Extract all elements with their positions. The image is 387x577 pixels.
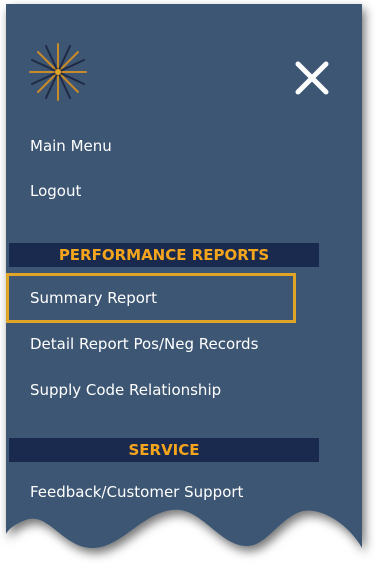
service-header: SERVICE <box>9 438 319 462</box>
detail-report-link[interactable]: Detail Report Pos/Neg Records <box>30 334 258 354</box>
performance-reports-header: PERFORMANCE REPORTS <box>9 243 319 267</box>
section-title: SERVICE <box>128 441 200 459</box>
logout-link[interactable]: Logout <box>30 181 81 201</box>
feedback-customer-support-link[interactable]: Feedback/Customer Support <box>30 482 243 502</box>
close-icon[interactable] <box>288 54 336 102</box>
starburst-logo-icon <box>29 43 87 101</box>
main-menu-link[interactable]: Main Menu <box>30 136 112 156</box>
navigation-menu-panel: Main Menu Logout PERFORMANCE REPORTS Sum… <box>0 0 387 577</box>
section-title: PERFORMANCE REPORTS <box>58 246 270 264</box>
supply-code-relationship-link[interactable]: Supply Code Relationship <box>30 380 221 400</box>
summary-report-link[interactable]: Summary Report <box>30 288 157 308</box>
